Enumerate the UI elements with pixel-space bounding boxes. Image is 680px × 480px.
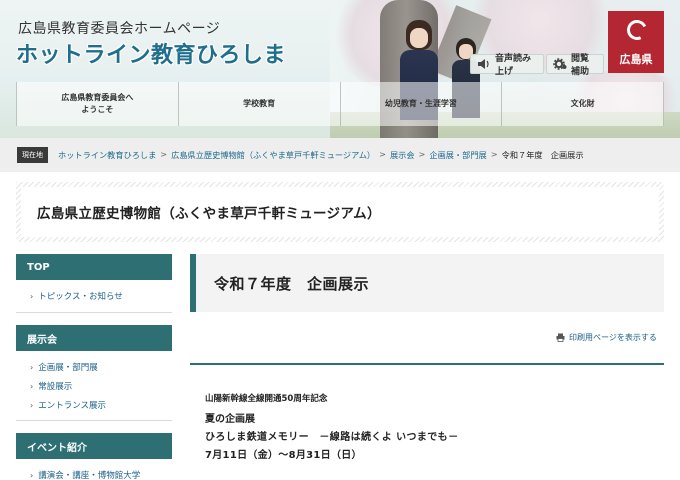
gnav-item-school-education[interactable]: 学校教育 <box>178 82 341 126</box>
gnav-item-cultural-properties[interactable]: 文化財 <box>502 82 664 126</box>
museum-title-inner: 広島県立歴史博物館（ふくやま草戸千軒ミュージアム） <box>21 187 659 237</box>
printer-icon <box>556 333 565 342</box>
chevron-right-icon: › <box>30 291 34 301</box>
chevron-right-icon: › <box>30 362 34 372</box>
prefecture-emblem-icon <box>624 17 650 43</box>
gnav-label: 広島県教育委員会へ <box>61 93 134 102</box>
sidebar-link-permanent-exhibition[interactable]: › 常設展示 <box>30 380 73 393</box>
breadcrumb: 現在地 ホットライン教育ひろしま > 広島県立歴史博物館（ふくやま草戸千軒ミュー… <box>0 138 680 172</box>
gnav-item-welcome[interactable]: 広島県教育委員会へ ようこそ <box>16 82 179 126</box>
gear-icon <box>553 58 567 70</box>
site-title-link[interactable]: ホットライン教育ひろしま <box>16 37 286 69</box>
gnav-label: 学校教育 <box>243 99 276 108</box>
sidebar-divider <box>16 420 172 421</box>
chevron-right-icon: › <box>30 381 34 391</box>
sidebar-link-label: トピックス・お知らせ <box>38 292 123 302</box>
speaker-icon <box>477 58 491 70</box>
exhibition-title: ひろしま鉄道メモリー －線路は続くよ いつまでも－ <box>205 432 459 443</box>
sidebar-link-topics[interactable]: › トピックス・お知らせ <box>30 290 123 303</box>
sidebar-divider <box>16 312 172 313</box>
chevron-right-icon: › <box>30 470 34 480</box>
breadcrumb-list: ホットライン教育ひろしま > 広島県立歴史博物館（ふくやま草戸千軒ミュージアム）… <box>58 149 584 161</box>
sidebar-heading-events[interactable]: イベント紹介 <box>16 433 172 459</box>
breadcrumb-separator: > <box>160 149 168 159</box>
sidebar-link-special-exhibitions[interactable]: › 企画展・部門展 <box>30 361 98 374</box>
exhibition-anniversary: 山陽新幹線全線開通50周年記念 <box>205 394 328 404</box>
sidebar-heading-exhibitions[interactable]: 展示会 <box>16 325 172 351</box>
gnav-label: 幼児教育・生涯学習 <box>384 99 457 108</box>
page-title: 令和７年度 企画展示 <box>214 274 370 293</box>
breadcrumb-current: 令和７年度 企画展示 <box>501 150 584 160</box>
museum-title-box: 広島県立歴史博物館（ふくやま草戸千軒ミュージアム） <box>16 182 664 242</box>
global-nav: 広島県教育委員会へ ようこそ 学校教育 幼児教育・生涯学習 文化財 <box>16 82 664 126</box>
breadcrumb-separator: > <box>490 149 498 159</box>
gnav-label: 文化財 <box>570 99 595 108</box>
breadcrumb-separator: > <box>379 149 386 159</box>
breadcrumb-link[interactable]: 展示会 <box>390 149 415 161</box>
site-header: 広島県教育委員会ホームページ ホットライン教育ひろしま 音声読み上げ 閲覧補助 … <box>0 0 680 138</box>
exhibition-type: 夏の企画展 <box>205 414 255 425</box>
sidebar-link-lectures[interactable]: › 講演会・講座・博物館大学 <box>30 469 140 480</box>
museum-title: 広島県立歴史博物館（ふくやま草戸千軒ミュージアム） <box>37 206 381 222</box>
exhibition-summary: 山陽新幹線全線開通50周年記念 夏の企画展 ひろしま鉄道メモリー －線路は続くよ… <box>205 378 655 461</box>
prefecture-logo-text: 広島県 <box>619 53 653 66</box>
breadcrumb-label: 現在地 <box>17 147 48 163</box>
chevron-right-icon: › <box>30 400 34 410</box>
content-divider <box>190 363 664 365</box>
breadcrumb-link[interactable]: 企画展・部門展 <box>429 149 486 161</box>
print-page-label: 印刷用ページを表示する <box>569 333 657 342</box>
page-heading-box: 令和７年度 企画展示 <box>190 254 664 312</box>
exhibition-dates: 7月11日（金）～8月31日（日） <box>205 450 362 461</box>
site-subtitle: 広島県教育委員会ホームページ <box>18 21 221 37</box>
voice-readout-button[interactable]: 音声読み上げ <box>470 54 544 77</box>
sidebar-link-label: エントランス展示 <box>38 401 107 411</box>
breadcrumb-link[interactable]: ホットライン教育ひろしま <box>58 149 156 161</box>
hiroshima-prefecture-logo[interactable]: 広島県 <box>608 11 664 73</box>
gnav-label: ようこそ <box>81 105 114 114</box>
sidebar-link-label: 講演会・講座・博物館大学 <box>38 471 141 480</box>
sidebar-link-entrance-exhibition[interactable]: › エントランス展示 <box>30 399 107 412</box>
sidebar-heading-top[interactable]: TOP <box>16 254 172 280</box>
breadcrumb-separator: > <box>418 149 426 159</box>
sidebar-link-label: 企画展・部門展 <box>38 363 98 373</box>
sidebar-link-label: 常設展示 <box>38 382 73 392</box>
browsing-assist-button[interactable]: 閲覧補助 <box>546 54 604 77</box>
print-page-link[interactable]: 印刷用ページを表示する <box>556 332 657 343</box>
voice-readout-label: 音声読み上げ <box>495 54 532 77</box>
breadcrumb-link[interactable]: 広島県立歴史博物館（ふくやま草戸千軒ミュージアム） <box>171 149 375 161</box>
browsing-assist-label: 閲覧補助 <box>571 54 590 77</box>
gnav-item-early-lifelong-learning[interactable]: 幼児教育・生涯学習 <box>340 82 503 126</box>
